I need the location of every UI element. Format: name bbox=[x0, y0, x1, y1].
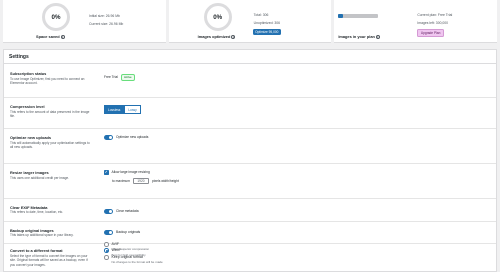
avif-title-visible: AVIF bbox=[111, 242, 120, 246]
compression-control: Lossless Lossy bbox=[104, 105, 141, 115]
compression-row: Compression level This refers to the amo… bbox=[4, 98, 496, 129]
lossy-option[interactable]: Lossy bbox=[124, 105, 141, 115]
optimize-uploads-toggle[interactable] bbox=[104, 135, 113, 140]
clear-metadata-toggle[interactable] bbox=[104, 209, 113, 214]
format-option-avif-visible[interactable]: AVIF Offers superior compression bbox=[104, 242, 163, 251]
resize-max-prefix: to maximum bbox=[112, 179, 130, 183]
exif-control: Clear metadata bbox=[104, 209, 139, 214]
images-optimized-card: 0% Images optimized i Total: 306 Unoptim… bbox=[168, 0, 332, 43]
optimize-uploads-desc: This will automatically apply your optim… bbox=[10, 141, 90, 150]
settings-panel: Settings Subscription status To use Imag… bbox=[3, 49, 497, 272]
exif-desc: This refers to date, time, location, etc… bbox=[10, 210, 64, 214]
backup-desc: This takes up additional space in your l… bbox=[10, 233, 74, 237]
convert-desc: Select the type of format to convert the… bbox=[10, 254, 88, 267]
current-plan: Current plan: Free Trial bbox=[417, 13, 453, 17]
format-option-keep[interactable]: Keep original format No changes to the f… bbox=[104, 255, 163, 264]
backup-control: Backup originals bbox=[104, 230, 140, 235]
keep-format-sub: No changes to the format will be made bbox=[111, 260, 163, 265]
initial-size: Initial size: 26.96 Mb bbox=[89, 14, 120, 18]
space-saved-card: 0% Space saved i Initial size: 26.96 Mb … bbox=[3, 0, 166, 43]
total-images: Total: 306 bbox=[253, 13, 269, 17]
resize-row: Resize larger images This uses one addit… bbox=[4, 164, 496, 199]
images-optimized-caption: Images optimized i bbox=[198, 34, 236, 39]
info-icon[interactable]: i bbox=[375, 34, 380, 39]
resize-max-control: to maximum 1920 pixels width/height bbox=[112, 178, 179, 184]
optimize-uploads-row: Optimize new uploads This will automatic… bbox=[4, 129, 496, 164]
convert-title: Convert to a different format bbox=[10, 248, 63, 253]
avif-radio-visible[interactable] bbox=[104, 242, 109, 247]
resize-checkbox[interactable]: ✓ bbox=[104, 170, 109, 175]
unoptimized-images: Unoptimized: 306 bbox=[253, 21, 281, 25]
images-left: Images left: 300,000 bbox=[417, 21, 449, 25]
optimize-button[interactable]: Optimize 95,000 bbox=[252, 29, 281, 36]
space-saved-percent: 0% bbox=[51, 13, 61, 21]
max-size-input[interactable]: 1920 bbox=[132, 178, 149, 184]
resize-title: Resize larger images bbox=[10, 170, 49, 175]
images-optimized-ring: 0% bbox=[203, 3, 232, 31]
plan-label: Images in your plan bbox=[338, 34, 375, 39]
plan-caption: Images in your plan i bbox=[338, 34, 380, 39]
plan-usage-track bbox=[338, 14, 379, 18]
resize-check-control: ✓ Allow large image resizing bbox=[104, 170, 150, 175]
backup-row: Backup original images This takes up add… bbox=[4, 222, 496, 244]
avif-sub-visible: Offers superior compression bbox=[111, 247, 150, 252]
stats-bar: 0% Space saved i Initial size: 26.96 Mb … bbox=[0, 0, 500, 43]
plan-usage-fill bbox=[338, 14, 344, 18]
subscription-desc: To use Image Optimizer, first you need t… bbox=[10, 77, 85, 86]
subscription-plan: Free Trial bbox=[104, 75, 118, 80]
subscription-status: Free Trial Active bbox=[104, 74, 135, 81]
convert-options-list: AVIF Offers superior compression Keep or… bbox=[104, 242, 163, 264]
keep-format-radio[interactable] bbox=[104, 255, 109, 260]
images-optimized-percent: 0% bbox=[213, 13, 223, 21]
info-icon[interactable]: i bbox=[231, 34, 236, 39]
settings-header: Settings bbox=[4, 50, 496, 64]
resize-desc: This uses one additional credit per imag… bbox=[10, 176, 70, 180]
clear-metadata-label: Clear metadata bbox=[116, 209, 139, 214]
convert-row: Convert to a different format Select the… bbox=[4, 244, 496, 272]
subscription-title: Subscription status bbox=[10, 71, 47, 76]
compression-desc: This refers to the amount of data preser… bbox=[10, 110, 90, 119]
images-optimized-label: Images optimized bbox=[197, 34, 231, 39]
exif-row: Clear EXIF Metadata This refers to date,… bbox=[4, 199, 496, 222]
space-saved-caption: Space saved i bbox=[36, 34, 65, 39]
resize-max-suffix: pixels width/height bbox=[151, 179, 179, 183]
space-saved-ring: 0% bbox=[42, 3, 70, 31]
current-size: Current size: 26.96 Mb bbox=[89, 22, 124, 26]
plan-card: Images in your plan i Current plan: Free… bbox=[334, 0, 498, 43]
lossless-option[interactable]: Lossless bbox=[104, 105, 125, 115]
compression-toggle: Lossless Lossy bbox=[104, 105, 141, 115]
subscription-row: Subscription status To use Image Optimiz… bbox=[4, 65, 496, 98]
compression-title: Compression level bbox=[10, 104, 45, 109]
optimize-uploads-label: Optimize new uploads bbox=[116, 135, 149, 140]
resize-check-label: Allow large image resizing bbox=[111, 170, 150, 175]
backup-originals-toggle[interactable] bbox=[104, 230, 113, 235]
optimize-uploads-control: Optimize new uploads bbox=[104, 135, 148, 140]
info-icon[interactable]: i bbox=[60, 34, 65, 39]
status-badge: Active bbox=[120, 74, 135, 81]
upgrade-plan-button[interactable]: Upgrade Plan bbox=[417, 29, 444, 38]
keep-format-title: Keep original format bbox=[111, 255, 143, 260]
space-saved-label: Space saved bbox=[36, 34, 60, 39]
backup-originals-label: Backup originals bbox=[116, 230, 141, 235]
optimize-uploads-title: Optimize new uploads bbox=[10, 135, 52, 140]
